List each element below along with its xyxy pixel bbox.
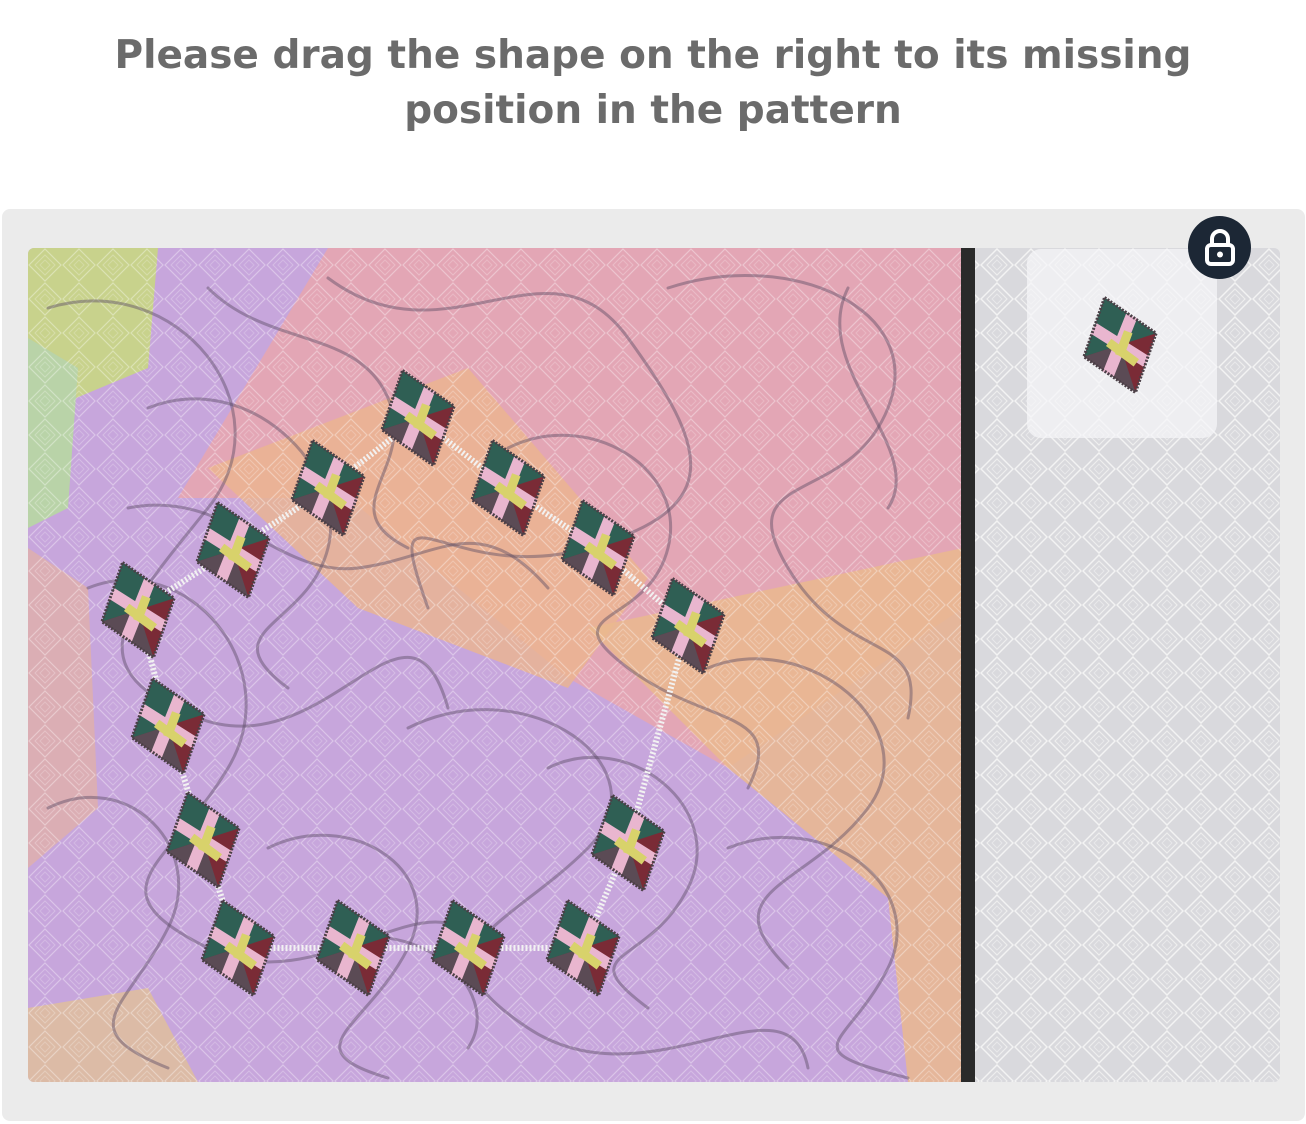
lock-button[interactable]: [1188, 216, 1251, 279]
instruction-text: Please drag the shape on the right to it…: [114, 33, 1192, 133]
draggable-shape-piece[interactable]: [1072, 287, 1168, 405]
padlock-icon: [1204, 228, 1235, 266]
